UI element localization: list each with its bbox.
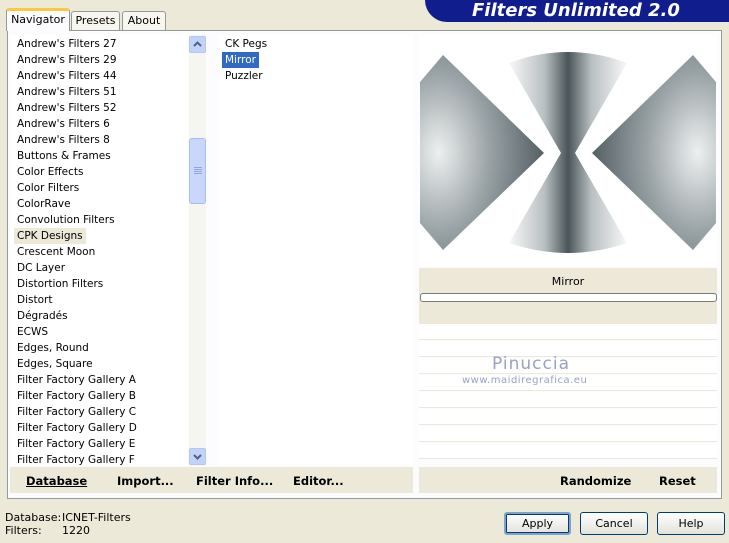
tab-presets[interactable]: Presets bbox=[71, 11, 120, 30]
category-item[interactable]: Buttons & Frames bbox=[14, 148, 114, 164]
mirror-preview-graphic bbox=[419, 35, 717, 267]
category-item[interactable]: Andrew's Filters 52 bbox=[14, 100, 120, 116]
preview-filter-name: Mirror bbox=[551, 275, 585, 288]
scroll-down-button[interactable] bbox=[189, 448, 206, 465]
category-item[interactable]: Andrew's Filters 44 bbox=[14, 68, 120, 84]
category-item[interactable]: Convolution Filters bbox=[14, 212, 118, 228]
category-item[interactable]: Color Filters bbox=[14, 180, 82, 196]
chevron-up-icon bbox=[193, 41, 202, 47]
category-item[interactable]: Crescent Moon bbox=[14, 244, 98, 260]
category-item[interactable]: Distortion Filters bbox=[14, 276, 106, 292]
watermark-name: Pinuccia bbox=[492, 354, 570, 374]
preview-image bbox=[419, 35, 717, 267]
category-item[interactable]: Edges, Square bbox=[14, 356, 96, 372]
help-button[interactable]: Help bbox=[657, 512, 725, 535]
filter-item[interactable]: Mirror bbox=[222, 52, 259, 68]
editor-button[interactable]: Editor... bbox=[293, 474, 344, 488]
cancel-button[interactable]: Cancel bbox=[580, 512, 648, 535]
randomize-button[interactable]: Randomize bbox=[560, 474, 631, 488]
database-status-label: Database: bbox=[5, 511, 62, 524]
filter-list[interactable]: CK Pegs Mirror Puzzler bbox=[218, 35, 413, 466]
filters-count-value: 1220 bbox=[62, 524, 90, 537]
filter-item[interactable]: CK Pegs bbox=[222, 36, 270, 52]
apply-button[interactable]: Apply bbox=[504, 512, 571, 535]
tab-navigator[interactable]: Navigator bbox=[6, 8, 70, 31]
category-item[interactable]: Filter Factory Gallery D bbox=[14, 420, 140, 436]
category-item[interactable]: Filter Factory Gallery C bbox=[14, 404, 139, 420]
category-item[interactable]: Filter Factory Gallery F bbox=[14, 452, 138, 466]
category-item[interactable]: DC Layer bbox=[14, 260, 68, 276]
filter-item[interactable]: Puzzler bbox=[222, 68, 266, 84]
category-item[interactable]: ColorRave bbox=[14, 196, 74, 212]
import-button[interactable]: Import... bbox=[117, 474, 174, 488]
category-item[interactable]: Andrew's Filters 51 bbox=[14, 84, 120, 100]
parameter-slot bbox=[419, 392, 717, 408]
database-status-value: ICNET-Filters bbox=[62, 511, 131, 524]
category-item[interactable]: Color Effects bbox=[14, 164, 86, 180]
category-item[interactable]: ECWS bbox=[14, 324, 51, 340]
category-item[interactable]: Filter Factory Gallery A bbox=[14, 372, 139, 388]
parameter-slot bbox=[419, 324, 717, 340]
category-item[interactable]: CPK Designs bbox=[14, 228, 86, 244]
reset-button[interactable]: Reset bbox=[659, 474, 696, 488]
filter-info-button[interactable]: Filter Info... bbox=[196, 474, 273, 488]
category-item[interactable]: Edges, Round bbox=[14, 340, 92, 356]
category-item[interactable]: Distort bbox=[14, 292, 55, 308]
app-title: Filters Unlimited 2.0 bbox=[472, 0, 680, 21]
watermark-url: www.maidiregrafica.eu bbox=[462, 375, 588, 386]
progress-bar bbox=[420, 293, 717, 302]
category-item[interactable]: Andrew's Filters 8 bbox=[14, 132, 113, 148]
category-item[interactable]: Dégradés bbox=[14, 308, 71, 324]
category-scrollbar[interactable] bbox=[189, 35, 206, 466]
scroll-thumb[interactable] bbox=[189, 138, 206, 204]
category-list[interactable]: Andrew's Filters 27 Andrew's Filters 29 An… bbox=[10, 35, 188, 466]
category-item[interactable]: Andrew's Filters 6 bbox=[14, 116, 113, 132]
category-item[interactable]: Andrew's Filters 27 bbox=[14, 36, 120, 52]
scroll-up-button[interactable] bbox=[189, 36, 206, 53]
parameter-slot bbox=[419, 409, 717, 425]
parameter-slot bbox=[419, 443, 717, 459]
chevron-down-icon bbox=[193, 454, 202, 460]
parameter-slot bbox=[419, 426, 717, 442]
category-item[interactable]: Filter Factory Gallery B bbox=[14, 388, 139, 404]
category-item[interactable]: Filter Factory Gallery E bbox=[14, 436, 138, 452]
tab-about[interactable]: About bbox=[122, 11, 166, 30]
database-button[interactable]: Database bbox=[26, 474, 87, 488]
filters-count-label: Filters: bbox=[5, 524, 42, 537]
category-item[interactable]: Andrew's Filters 29 bbox=[14, 52, 120, 68]
